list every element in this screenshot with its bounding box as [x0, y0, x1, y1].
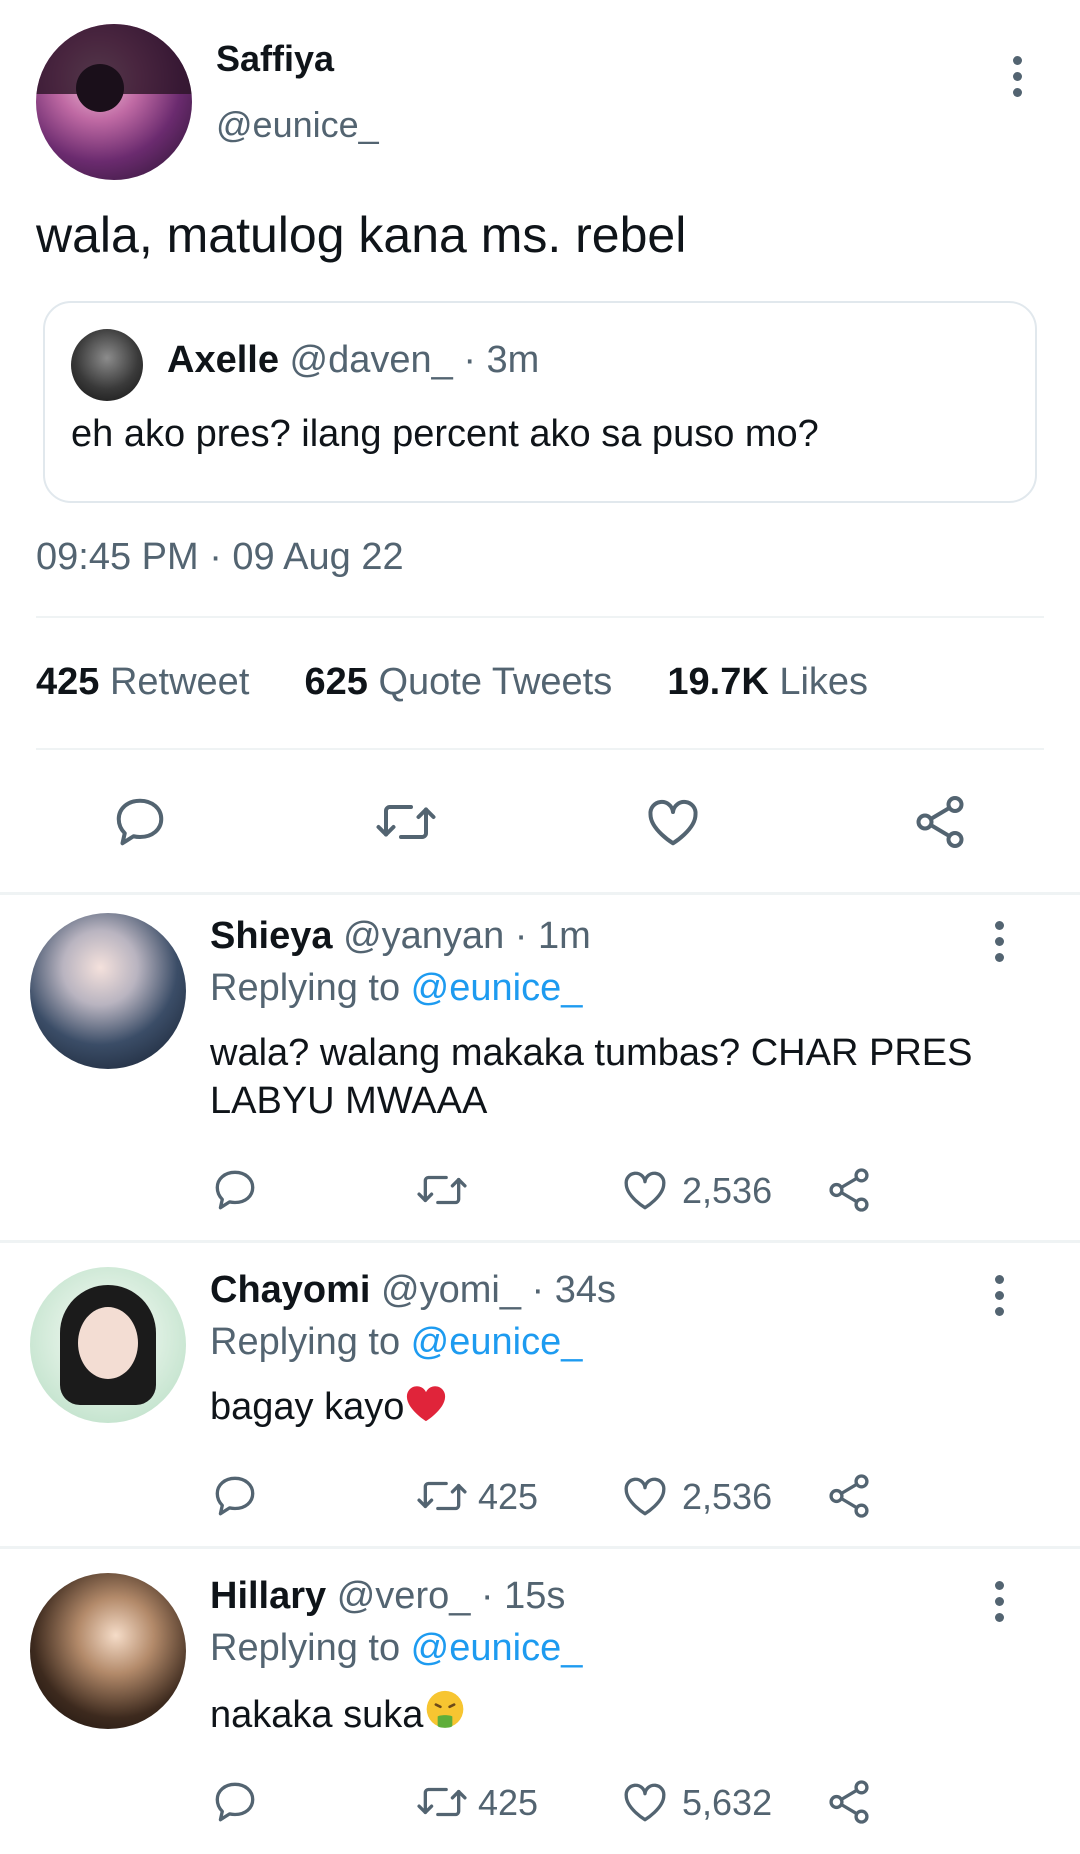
like-count: 19.7K — [667, 661, 769, 703]
reply-avatar[interactable] — [30, 913, 186, 1069]
retweet-count-stat[interactable]: 425 Retweet — [36, 661, 249, 703]
quoted-tweet-header: Axelle @daven_ · 3m — [167, 339, 539, 382]
reply-text-row: bagay kayo — [210, 1383, 448, 1435]
quote-count-stat[interactable]: 625 Quote Tweets — [305, 661, 613, 703]
reply-icon[interactable] — [210, 1471, 260, 1521]
replying-to: Replying to @eunice_ — [210, 967, 582, 1010]
more-options-icon[interactable] — [992, 1581, 1006, 1622]
reply-header: Hillary @vero_ · 15s — [210, 1575, 565, 1618]
retweet-count: 425 — [36, 661, 100, 703]
quoted-author-name: Axelle — [167, 339, 279, 381]
like-count: 5,632 — [682, 1782, 773, 1823]
replying-to-label: Replying to — [210, 967, 411, 1009]
reply-text-row: nakaka suka — [210, 1689, 467, 1745]
share-icon[interactable] — [910, 792, 970, 852]
like-icon[interactable] — [642, 792, 704, 852]
reply-text: nakaka suka — [210, 1694, 424, 1737]
author-name[interactable]: Saffiya — [216, 38, 334, 80]
share-icon[interactable] — [824, 1471, 874, 1521]
quoted-tweet-card[interactable]: Axelle @daven_ · 3m eh ako pres? ilang p… — [43, 301, 1037, 503]
reply-author-meta: @yomi_ · 34s — [381, 1269, 617, 1311]
retweet-label: Retweet — [109, 661, 250, 703]
reply-avatar[interactable] — [30, 1267, 186, 1423]
like-count-stat[interactable]: 19.7K Likes — [667, 661, 868, 703]
reply-tweet[interactable]: Chayomi @yomi_ · 34s Replying to @eunice… — [0, 1243, 1080, 1546]
reply-author-name[interactable]: Hillary — [210, 1575, 326, 1617]
like-count: 2,536 — [682, 1476, 773, 1517]
more-options-icon[interactable] — [992, 921, 1006, 962]
reply-icon[interactable] — [210, 1777, 260, 1827]
retweet-icon[interactable] — [414, 1165, 470, 1215]
quoted-tweet-text: eh ako pres? ilang percent ako sa puso m… — [71, 413, 819, 455]
replying-to: Replying to @eunice_ — [210, 1627, 582, 1670]
reply-header: Shieya @yanyan · 1m — [210, 915, 591, 958]
tweet-stats: 425 Retweet 625 Quote Tweets 19.7K Likes — [36, 661, 868, 704]
vomiting-face-icon — [423, 1689, 467, 1745]
more-options-icon[interactable] — [992, 1275, 1006, 1316]
reply-text: bagay kayo — [210, 1386, 405, 1429]
tweet-timestamp[interactable]: 09:45 PM · 09 Aug 22 — [36, 536, 404, 579]
reply-author-name[interactable]: Shieya — [210, 915, 333, 957]
replying-to-mention[interactable]: @eunice_ — [411, 1321, 583, 1363]
reply-text: wala? walang makaka tumbas? CHAR PRES LA… — [210, 1032, 973, 1122]
reply-tweet[interactable]: Shieya @yanyan · 1m Replying to @eunice_… — [0, 895, 1080, 1240]
retweet-count: 425 — [478, 1782, 539, 1823]
reply-author-meta: @vero_ · 15s — [336, 1575, 566, 1617]
retweet-icon[interactable] — [372, 792, 440, 852]
retweet-icon[interactable] — [414, 1777, 470, 1827]
like-count: 2,536 — [682, 1170, 773, 1211]
quote-label: Quote Tweets — [378, 661, 613, 703]
like-icon[interactable] — [620, 1471, 670, 1521]
reply-avatar[interactable] — [30, 1573, 186, 1729]
share-icon[interactable] — [824, 1165, 874, 1215]
replying-to-label: Replying to — [210, 1321, 411, 1363]
reply-icon[interactable] — [110, 792, 170, 852]
replying-to-mention[interactable]: @eunice_ — [411, 1627, 583, 1669]
reply-header: Chayomi @yomi_ · 34s — [210, 1269, 616, 1312]
replying-to-mention[interactable]: @eunice_ — [411, 967, 583, 1009]
reply-tweet[interactable]: Hillary @vero_ · 15s Replying to @eunice… — [0, 1549, 1080, 1854]
reply-icon[interactable] — [210, 1165, 260, 1215]
author-handle[interactable]: @eunice_ — [216, 104, 379, 146]
divider — [36, 616, 1044, 618]
divider — [36, 748, 1044, 750]
author-avatar[interactable] — [36, 24, 192, 180]
tweet-text: wala, matulog kana ms. rebel — [36, 207, 687, 263]
red-heart-icon — [404, 1383, 448, 1435]
reply-author-meta: @yanyan · 1m — [343, 915, 591, 957]
quoted-author-meta: @daven_ · 3m — [289, 339, 540, 381]
quoted-author-avatar — [71, 329, 143, 401]
retweet-count: 425 — [478, 1476, 539, 1517]
more-options-icon[interactable] — [1010, 56, 1024, 97]
reply-author-name[interactable]: Chayomi — [210, 1269, 370, 1311]
retweet-icon[interactable] — [414, 1471, 470, 1521]
like-icon[interactable] — [620, 1777, 670, 1827]
quote-count: 625 — [304, 661, 368, 703]
like-label: Likes — [779, 661, 869, 703]
replying-to-label: Replying to — [210, 1627, 411, 1669]
like-icon[interactable] — [620, 1165, 670, 1215]
replying-to: Replying to @eunice_ — [210, 1321, 582, 1364]
share-icon[interactable] — [824, 1777, 874, 1827]
